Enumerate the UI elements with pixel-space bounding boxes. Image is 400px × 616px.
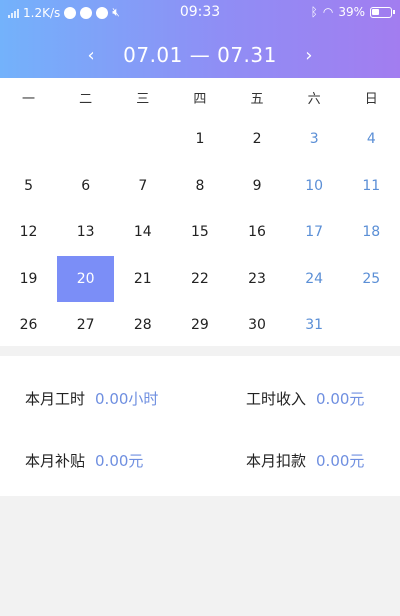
monthly-summary: 本月工时 0.00小时 工时收入 0.00元 本月补贴 0.00元 本月扣款 0… (0, 356, 400, 496)
weekday-label: 一 (22, 91, 36, 107)
calendar-day[interactable]: 14 (114, 209, 171, 256)
battery-icon (370, 6, 395, 18)
weekday-header: 一二三四五六日 (0, 78, 400, 116)
weekday-label: 五 (250, 91, 264, 107)
status-right: ᛒ ◠ 39% (310, 5, 395, 19)
deduction-value: 0.00元 (316, 452, 365, 470)
calendar-day[interactable]: 18 (343, 209, 400, 256)
calendar-day[interactable]: 19 (0, 256, 57, 303)
calendar-day[interactable]: 1 (171, 116, 228, 163)
calendar-day[interactable]: 23 (229, 256, 286, 303)
battery-percent: 39% (338, 5, 365, 19)
calendar-day[interactable]: 3 (286, 116, 343, 163)
weekday-label: 六 (307, 91, 321, 107)
calendar-day[interactable]: 11 (343, 163, 400, 210)
calendar-day[interactable]: 28 (114, 302, 171, 349)
hourly-income: 工时收入 0.00元 (246, 388, 364, 409)
calendar-day[interactable]: 15 (171, 209, 228, 256)
calendar-day[interactable]: 13 (57, 209, 114, 256)
monthly-hours: 本月工时 0.00小时 (25, 388, 158, 409)
monthly-subsidy: 本月补贴 0.00元 (25, 450, 143, 471)
calendar-day[interactable]: 21 (114, 256, 171, 303)
calendar-day[interactable]: 10 (286, 163, 343, 210)
calendar-day[interactable]: 26 (0, 302, 57, 349)
calendar-day[interactable]: 7 (114, 163, 171, 210)
header-bar: 1.2K/s 🔇︎ 09:33 ᛒ ◠ 39% ‹ 07.01 — 07.31 … (0, 0, 400, 78)
calendar-days: 1 2 3 4 5 6 7 8 9 10 11 12 13 14 15 16 17 18 19 20 21 22 23 24 2… (0, 116, 400, 349)
weekday-label: 三 (136, 91, 150, 107)
status-bar: 1.2K/s 🔇︎ 09:33 ᛒ ◠ 39% (0, 0, 400, 26)
hourly-income-value: 0.00元 (316, 390, 365, 408)
calendar-day[interactable]: 22 (171, 256, 228, 303)
bluetooth-icon: ᛒ (310, 5, 318, 19)
chevron-right-icon[interactable]: › (297, 45, 321, 66)
calendar-day[interactable]: 30 (229, 302, 286, 349)
wifi-icon: ◠ (322, 5, 334, 19)
calendar: 一二三四五六日 1 2 3 4 5 6 7 8 9 10 11 12 13 14 15 16 17 18 19 20 2… (0, 78, 400, 346)
chevron-left-icon[interactable]: ‹ (79, 45, 103, 66)
monthly-hours-label: 本月工时 (25, 390, 86, 408)
subsidy-label: 本月补贴 (25, 452, 86, 470)
calendar-day[interactable]: 9 (229, 163, 286, 210)
calendar-day[interactable]: 4 (343, 116, 400, 163)
calendar-day[interactable]: 29 (171, 302, 228, 349)
month-navigator: ‹ 07.01 — 07.31 › (0, 40, 400, 70)
calendar-day[interactable]: 6 (57, 163, 114, 210)
monthly-deduction: 本月扣款 0.00元 (246, 450, 364, 471)
calendar-blank (114, 116, 171, 163)
calendar-blank (0, 116, 57, 163)
calendar-day[interactable]: 17 (286, 209, 343, 256)
calendar-day[interactable]: 8 (171, 163, 228, 210)
weekday-label: 四 (193, 91, 207, 107)
calendar-day[interactable]: 25 (343, 256, 400, 303)
weekday-label: 二 (79, 91, 93, 107)
date-range: 07.01 — 07.31 (123, 43, 277, 67)
subsidy-value: 0.00元 (95, 452, 144, 470)
calendar-day-selected[interactable]: 20 (57, 255, 115, 302)
calendar-day[interactable]: 31 (286, 302, 343, 349)
weekday-label: 日 (364, 91, 378, 107)
calendar-day[interactable]: 16 (229, 209, 286, 256)
hourly-income-label: 工时收入 (246, 390, 307, 408)
monthly-hours-value: 0.00小时 (95, 390, 159, 408)
deduction-label: 本月扣款 (246, 452, 307, 470)
calendar-day[interactable]: 12 (0, 209, 57, 256)
calendar-day[interactable]: 27 (57, 302, 114, 349)
calendar-day[interactable]: 2 (229, 116, 286, 163)
calendar-blank (57, 116, 114, 163)
calendar-day[interactable]: 24 (286, 256, 343, 303)
calendar-day[interactable]: 5 (0, 163, 57, 210)
